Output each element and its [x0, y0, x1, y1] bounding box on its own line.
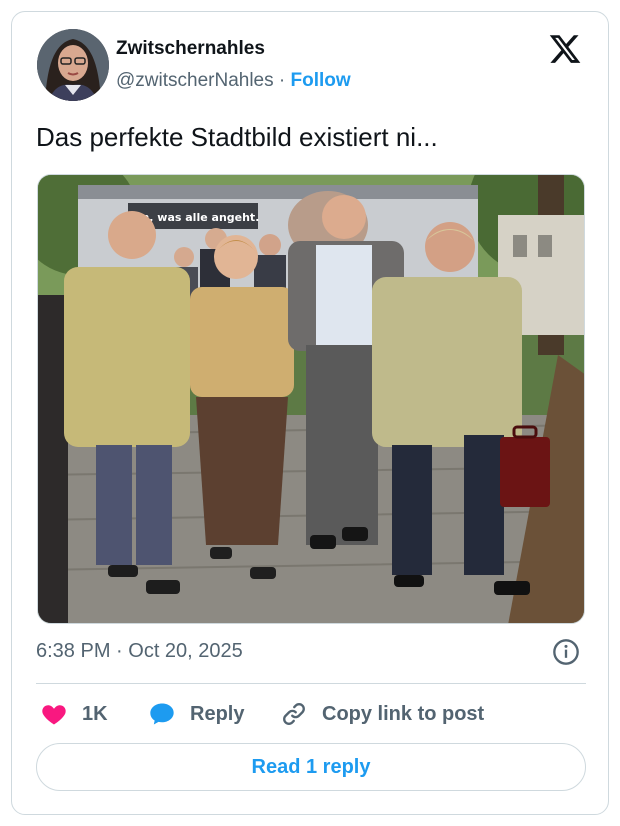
info-icon[interactable] — [552, 638, 580, 666]
tweet-card: Zwitschernahles @zwitscherNahles · Follo… — [11, 11, 609, 815]
copy-link-label: Copy link to post — [322, 702, 485, 725]
handle-row: @zwitscherNahles · Follow — [116, 70, 351, 92]
reply-button[interactable]: Reply — [148, 698, 244, 730]
divider — [36, 683, 586, 684]
user-handle[interactable]: @zwitscherNahles — [116, 70, 274, 91]
copy-link-button[interactable]: Copy link to post — [280, 698, 484, 730]
reply-label: Reply — [190, 702, 245, 725]
bus-banner-text: en, was alle angeht. — [134, 211, 259, 224]
like-button[interactable]: 1K — [40, 698, 108, 730]
heart-icon — [42, 705, 66, 725]
read-replies-button[interactable]: Read 1 reply — [36, 743, 586, 791]
display-name[interactable]: Zwitschernahles — [116, 38, 265, 60]
read-replies-label: Read 1 reply — [251, 755, 371, 778]
tweet-photo[interactable]: en, was alle angeht. — [37, 174, 585, 624]
reply-bubble-icon — [150, 703, 174, 725]
separator: · — [273, 70, 291, 91]
tweet-timestamp[interactable]: 6:38 PM · Oct 20, 2025 — [36, 640, 243, 663]
tweet-text: Das perfekte Stadtbild existiert ni... — [36, 122, 438, 152]
avatar[interactable] — [37, 29, 109, 101]
avatar-image — [37, 29, 109, 101]
link-icon — [283, 703, 305, 725]
follow-button[interactable]: Follow — [291, 70, 351, 91]
like-count: 1K — [82, 702, 108, 725]
x-logo-icon[interactable] — [548, 32, 582, 66]
photo-illustration: en, was alle angeht. — [38, 175, 584, 623]
